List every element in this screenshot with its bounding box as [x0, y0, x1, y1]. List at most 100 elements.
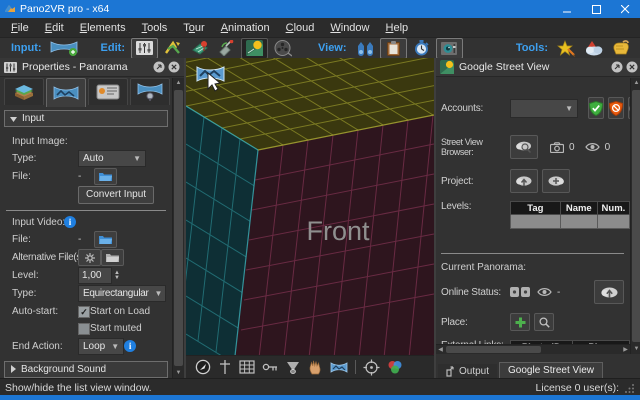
close-button[interactable] — [611, 0, 640, 18]
project-upload-button[interactable] — [510, 169, 538, 193]
open-video-file-button[interactable] — [94, 231, 117, 248]
menu-window[interactable]: Window — [322, 22, 377, 34]
menu-help[interactable]: Help — [378, 22, 417, 34]
type-dropdown[interactable]: Auto▼ — [78, 150, 146, 167]
panorama-view-icon[interactable] — [330, 361, 348, 374]
tab-panorama[interactable] — [46, 78, 86, 107]
tab-user-data[interactable] — [4, 78, 44, 105]
hand-pan-icon[interactable] — [308, 359, 323, 375]
minimize-button[interactable] — [553, 0, 582, 18]
window-bottom-border — [0, 395, 640, 400]
color-channels-icon[interactable] — [387, 360, 403, 375]
menu-cloud[interactable]: Cloud — [278, 22, 323, 34]
close-panel-icon[interactable] — [168, 61, 180, 73]
spinner-arrows-icon[interactable]: ▲▼ — [114, 271, 120, 281]
panorama-viewer[interactable]: Front — [186, 58, 434, 378]
map-pin-icon[interactable] — [187, 39, 212, 58]
scroll-left-icon[interactable]: ◀ — [436, 345, 445, 354]
svb-browse-button[interactable] — [510, 135, 538, 159]
target-icon[interactable] — [363, 359, 380, 376]
tab-output[interactable]: Output — [438, 364, 497, 378]
convert-input-button[interactable]: Convert Input — [78, 186, 154, 204]
projection-dropdown[interactable]: Equirectangular▼ — [78, 285, 166, 302]
levels-col-tag[interactable]: Tag — [511, 202, 561, 215]
binoculars-icon[interactable] — [353, 39, 378, 58]
menu-tools[interactable]: Tools — [134, 22, 176, 34]
scroll-down-icon[interactable]: ▼ — [631, 344, 640, 354]
properties-scrollbar[interactable]: ▲ ▼ — [172, 78, 184, 378]
tab-panorama-marker[interactable] — [130, 78, 170, 105]
tour-map-icon[interactable] — [160, 39, 185, 58]
node-stand-icon[interactable] — [218, 359, 232, 375]
menu-animation[interactable]: Animation — [213, 22, 278, 34]
upload-panorama-button[interactable] — [594, 280, 624, 304]
statusbar: Show/hide the list view window. License … — [0, 378, 640, 396]
input-section-header[interactable]: Input — [4, 110, 168, 127]
level-spinner[interactable]: 1,00 — [78, 267, 112, 284]
account-logout-button[interactable] — [608, 97, 624, 119]
gsv-panel-title: Google Street View — [459, 61, 549, 73]
resize-grip-icon[interactable] — [625, 383, 635, 393]
alt-files-settings-button[interactable] — [78, 249, 101, 266]
info-icon[interactable]: i — [124, 340, 136, 352]
gsv-scrollbar[interactable]: ▲ ▼ — [630, 78, 640, 354]
account-login-button[interactable] — [588, 97, 604, 119]
gsv-content: Accounts: ▼ Street View Browser: — [436, 77, 630, 354]
float-panel-icon[interactable] — [153, 61, 165, 73]
scroll-up-icon[interactable]: ▲ — [173, 78, 184, 88]
stopwatch-icon[interactable] — [409, 39, 434, 58]
levels-col-num[interactable]: Num. — [597, 202, 629, 215]
video-file-value: - — [78, 234, 94, 245]
menu-elements[interactable]: Elements — [72, 22, 134, 34]
menu-edit[interactable]: Edit — [37, 22, 72, 34]
add-place-button[interactable] — [510, 313, 530, 331]
grid-icon[interactable] — [239, 360, 255, 374]
float-panel-icon[interactable] — [611, 61, 623, 73]
open-file-button[interactable] — [94, 168, 117, 185]
camera-count: 0 — [569, 142, 575, 153]
scroll-right-icon[interactable]: ▶ — [621, 345, 630, 354]
eye-properties-icon[interactable] — [436, 38, 463, 59]
menu-file[interactable]: File — [3, 22, 37, 34]
scroll-down-icon[interactable]: ▼ — [173, 368, 184, 378]
patch-icon[interactable] — [214, 39, 239, 58]
hand-gold-icon[interactable] — [608, 39, 633, 58]
film-reel-icon[interactable] — [270, 39, 295, 58]
project-add-button[interactable] — [542, 169, 570, 193]
gsv-horizontal-scrollbar[interactable]: ◀ ▶ — [436, 344, 630, 354]
scroll-up-icon[interactable]: ▲ — [631, 78, 640, 88]
panorama-icon — [53, 85, 79, 101]
chevron-down-icon: ▼ — [565, 104, 573, 113]
add-panorama-icon[interactable] — [48, 39, 80, 58]
alt-files-row: Alternative File(s): — [0, 249, 172, 266]
google-street-view-icon[interactable] — [241, 38, 268, 59]
clipboard-icon[interactable] — [380, 38, 407, 59]
levels-empty-row[interactable] — [511, 215, 630, 229]
close-panel-icon[interactable] — [626, 61, 638, 73]
alt-files-open-button[interactable] — [101, 249, 124, 266]
cloud-gnome-icon[interactable] — [581, 39, 606, 58]
tab-google-street-view[interactable]: Google Street View — [499, 362, 603, 378]
start-on-load-checkbox[interactable]: ✓ — [78, 306, 90, 318]
levels-col-name[interactable]: Name — [560, 202, 597, 215]
project-row: Project: — [436, 169, 630, 193]
search-place-button[interactable] — [534, 313, 554, 331]
start-muted-checkbox[interactable] — [78, 323, 90, 335]
view-group-label: View: — [318, 42, 347, 54]
levels-table[interactable]: Tag Name Num. — [510, 201, 630, 229]
maximize-button[interactable] — [582, 0, 611, 18]
accounts-dropdown[interactable]: ▼ — [510, 99, 578, 118]
properties-icon[interactable] — [131, 38, 158, 59]
menubar: File Edit Elements Tools Tour Animation … — [0, 18, 640, 38]
end-action-dropdown[interactable]: Loop▼ — [78, 338, 124, 355]
key-icon[interactable] — [262, 361, 278, 373]
menu-tour[interactable]: Tour — [175, 22, 212, 34]
tab-information[interactable] — [88, 78, 128, 105]
cloud-plus-icon — [547, 174, 565, 188]
projection-cone-icon[interactable] — [285, 360, 301, 375]
compass-icon[interactable] — [195, 359, 211, 375]
input-image-row: Input Image: — [0, 133, 172, 149]
online-status-label: Online Status: — [441, 287, 510, 298]
magic-wand-icon[interactable] — [554, 39, 579, 58]
background-sound-section-header[interactable]: Background Sound — [4, 361, 168, 378]
